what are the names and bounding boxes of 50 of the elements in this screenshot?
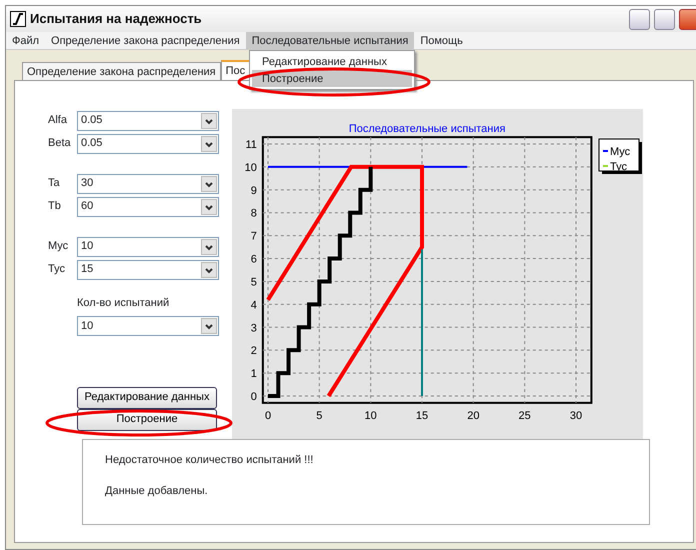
- dropdown-field[interactable]: 15: [77, 260, 219, 280]
- field-label: Мус: [48, 239, 70, 254]
- menu-item[interactable]: Помощь: [414, 32, 469, 49]
- field-label: Тус: [48, 262, 66, 278]
- y-tick-label: 7: [250, 230, 257, 243]
- field-label: Beta: [48, 136, 72, 152]
- x-tick-label: 20: [467, 410, 480, 422]
- dropdown-field[interactable]: 0.05: [77, 110, 219, 130]
- x-tick-label: 5: [316, 410, 322, 422]
- x-tick-label: 30: [570, 410, 582, 422]
- field-label: Кол-во испытаний: [77, 296, 170, 311]
- window-title: Испытания на надежность: [30, 10, 203, 28]
- y-tick-label: 9: [250, 184, 257, 197]
- y-tick-label: 0: [250, 391, 257, 403]
- dropdown-field[interactable]: 10: [77, 316, 219, 336]
- dropdown-field[interactable]: 30: [77, 174, 219, 194]
- chart-title: Последовательные испытания: [348, 123, 506, 135]
- y-tick-label: 8: [250, 208, 257, 220]
- menu-item[interactable]: Файл: [6, 32, 46, 49]
- maximize-button[interactable]: [654, 8, 675, 30]
- legend-label: Мус: [610, 146, 630, 158]
- y-tick-label: 6: [250, 254, 257, 266]
- menu-item[interactable]: Редактирование данных: [252, 53, 412, 70]
- message-text: Недостаточное количество испытаний !!!: [105, 453, 314, 468]
- x-tick-label: 0: [264, 410, 272, 422]
- y-tick-label: 5: [250, 276, 257, 288]
- message-text: Данные добавлены.: [105, 484, 209, 498]
- y-tick-label: 3: [250, 322, 257, 334]
- dropdown-field[interactable]: 0.05: [77, 134, 219, 154]
- y-tick-label: 11: [245, 139, 257, 151]
- close-button[interactable]: [679, 8, 696, 30]
- x-tick-label: 25: [518, 410, 531, 422]
- field-label: Alfa: [48, 113, 68, 128]
- y-tick-label: 10: [244, 162, 257, 174]
- y-tick-label: 4: [250, 299, 257, 312]
- x-tick-label: 15: [416, 410, 428, 422]
- dropdown-field[interactable]: 60: [77, 196, 219, 216]
- action-button[interactable]: Редактирование данных: [77, 386, 217, 408]
- field-label: Ta: [48, 176, 61, 192]
- y-tick-label: 1: [250, 368, 257, 380]
- x-tick-label: 10: [364, 410, 377, 422]
- y-tick-label: 2: [250, 345, 257, 358]
- menu-item[interactable]: Определение закона распределения: [45, 32, 246, 49]
- minimize-button[interactable]: [629, 8, 650, 30]
- chart-legend: [598, 138, 642, 174]
- dropdown-field[interactable]: 10: [77, 236, 219, 256]
- menu-item[interactable]: Последовательные испытания: [246, 32, 414, 49]
- app-icon: [10, 11, 26, 27]
- field-label: Tb: [48, 199, 62, 214]
- tab[interactable]: Определение закона распределения: [22, 62, 221, 80]
